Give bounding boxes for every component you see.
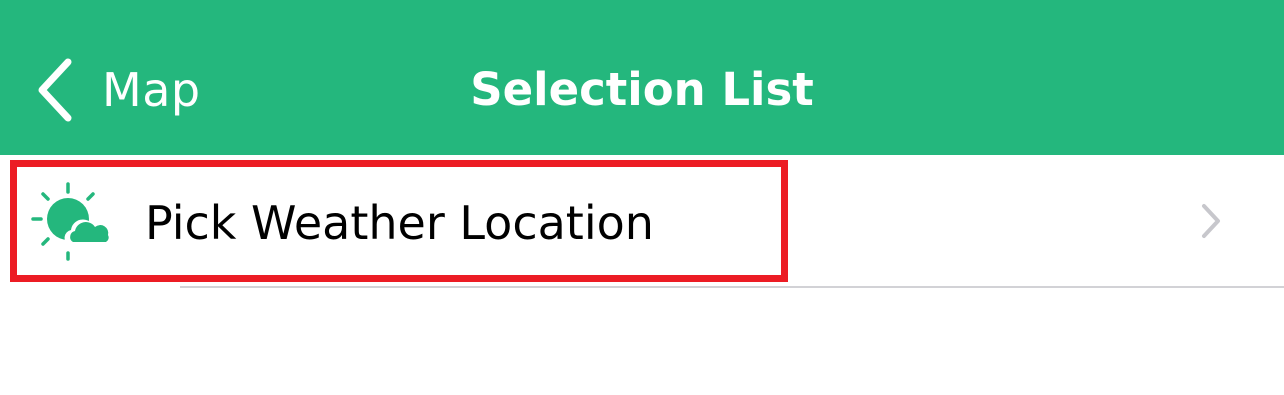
navigation-bar: Map Selection List bbox=[0, 0, 1284, 155]
list-item-label: Pick Weather Location bbox=[145, 196, 654, 250]
page-title: Selection List bbox=[470, 63, 814, 116]
list-separator bbox=[180, 286, 1284, 288]
chevron-right-icon bbox=[1202, 204, 1220, 238]
list-item-pick-weather-location[interactable]: Pick Weather Location bbox=[0, 155, 1284, 286]
weather-partly-cloudy-icon bbox=[31, 182, 111, 261]
